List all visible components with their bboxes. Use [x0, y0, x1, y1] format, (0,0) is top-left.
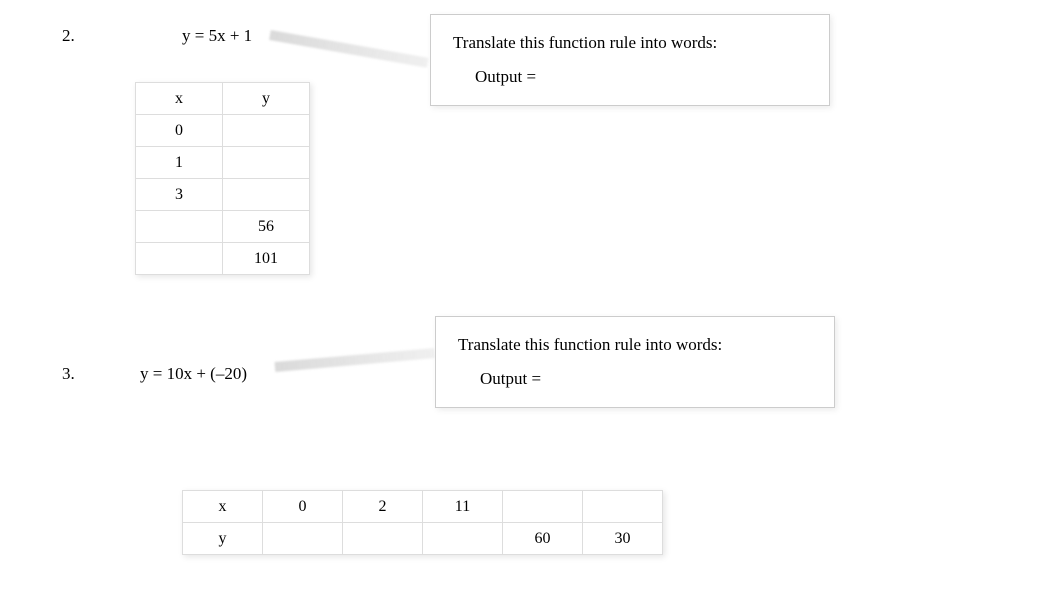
table-cell: 0 [136, 115, 223, 147]
table-header-y: y [223, 83, 310, 115]
table-row: 3 [136, 179, 310, 211]
table-header-y: y [183, 523, 263, 555]
data-table-vertical: x y 0 1 3 56 101 [135, 82, 310, 275]
table-cell [343, 523, 423, 555]
equation-text: y = 10x + (‒20) [140, 364, 247, 383]
table-cell: 30 [583, 523, 663, 555]
table-cell [503, 491, 583, 523]
callout-output-label: Output = [480, 369, 812, 389]
problem-number: 3. [62, 364, 75, 384]
table-cell: 3 [136, 179, 223, 211]
table-cell: 101 [223, 243, 310, 275]
connector-line [275, 348, 435, 372]
table-cell [223, 147, 310, 179]
table-cell [136, 211, 223, 243]
table-cell: 60 [503, 523, 583, 555]
equation-text: y = 5x + 1 [182, 26, 252, 45]
table-cell: 56 [223, 211, 310, 243]
callout-box: Translate this function rule into words:… [430, 14, 830, 106]
table-header-x: x [183, 491, 263, 523]
data-table-horizontal: x 0 2 11 y 60 30 [182, 490, 663, 555]
table-cell: 1 [136, 147, 223, 179]
table-cell [583, 491, 663, 523]
table-header-row: x y [136, 83, 310, 115]
table-cell: 11 [423, 491, 503, 523]
table-header-x: x [136, 83, 223, 115]
callout-box: Translate this function rule into words:… [435, 316, 835, 408]
table-cell [423, 523, 503, 555]
problem-number: 2. [62, 26, 75, 46]
table-row: 1 [136, 147, 310, 179]
table-cell [223, 115, 310, 147]
table-cell [136, 243, 223, 275]
callout-title: Translate this function rule into words: [453, 33, 807, 53]
table-row-y: y 60 30 [183, 523, 663, 555]
callout-title: Translate this function rule into words: [458, 335, 812, 355]
table-row: 101 [136, 243, 310, 275]
equation: y = 5x + 1 [182, 26, 252, 46]
callout-output-label: Output = [475, 67, 807, 87]
table-row-x: x 0 2 11 [183, 491, 663, 523]
table-row: 56 [136, 211, 310, 243]
table-cell [223, 179, 310, 211]
table-cell: 2 [343, 491, 423, 523]
table-row: 0 [136, 115, 310, 147]
table-cell [263, 523, 343, 555]
equation: y = 10x + (‒20) [140, 364, 247, 384]
connector-line [269, 30, 428, 68]
table-cell: 0 [263, 491, 343, 523]
